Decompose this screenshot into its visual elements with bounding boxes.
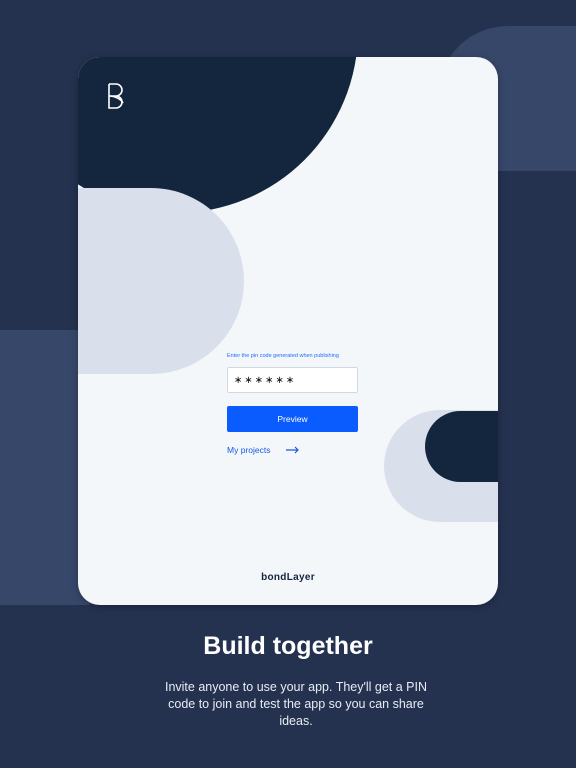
page-description: Invite anyone to use your app. They'll g…: [164, 680, 428, 728]
pin-code-label: Enter the pin code generated when publis…: [227, 353, 339, 359]
pin-code-input[interactable]: [227, 367, 358, 393]
preview-button[interactable]: Preview: [227, 406, 358, 432]
decor-grey-pill: [78, 188, 244, 374]
decor-right-dark-pill: [425, 411, 498, 482]
my-projects-link[interactable]: My projects: [227, 445, 300, 455]
tablet-frame: Enter the pin code generated when publis…: [78, 57, 498, 605]
my-projects-label: My projects: [227, 445, 271, 455]
brand-logo-text: bondLayer: [261, 572, 315, 583]
arrow-right-icon: [286, 446, 300, 454]
bondlayer-logo-icon: [108, 83, 124, 109]
page-title: Build together: [203, 632, 373, 660]
background-shape-left: [0, 330, 90, 605]
